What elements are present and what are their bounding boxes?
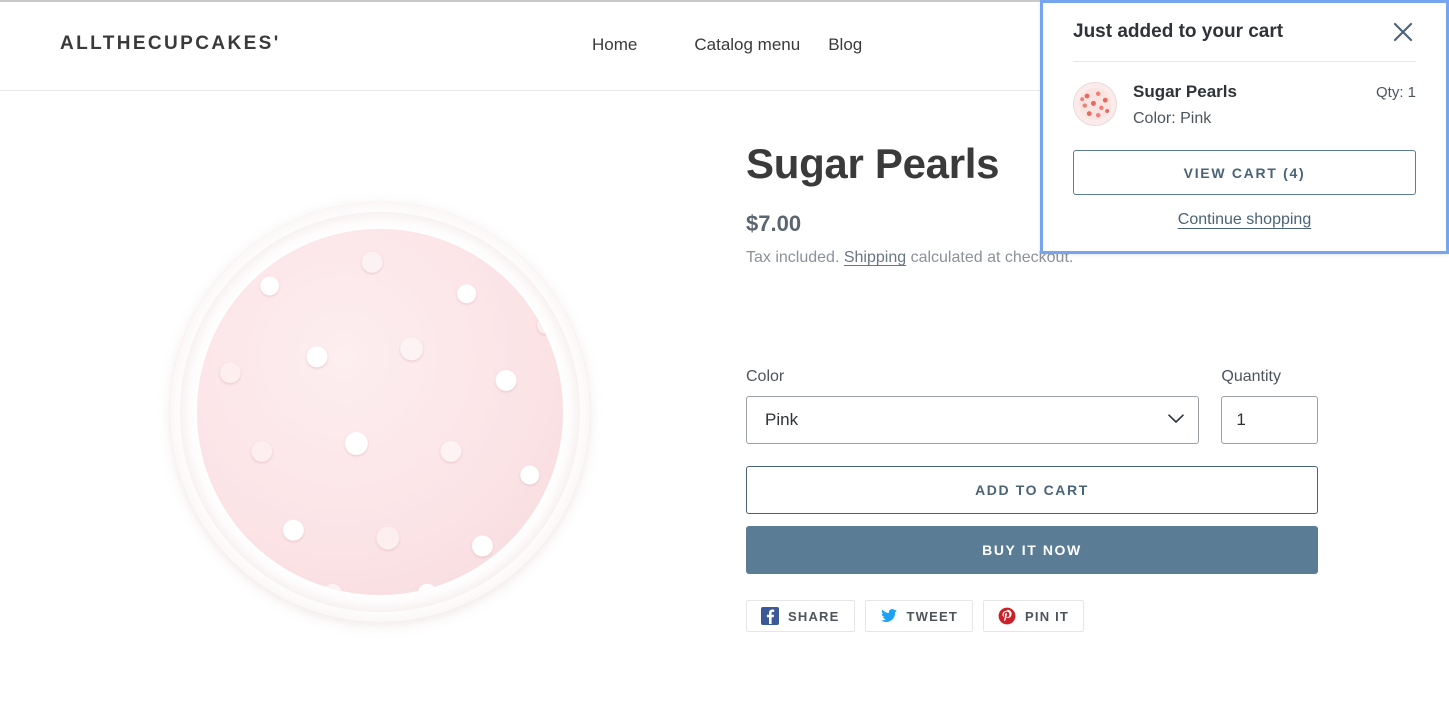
nav-link-blog[interactable]: Blog — [828, 35, 862, 55]
continue-shopping-link[interactable]: Continue shopping — [1178, 211, 1311, 229]
cart-item-title: Sugar Pearls — [1133, 82, 1237, 101]
cart-notification-popup: Just added to your cart Sugar Pearls Col… — [1040, 0, 1449, 255]
pinterest-icon — [998, 607, 1016, 625]
share-twitter-label: TWEET — [906, 608, 959, 624]
add-to-cart-button[interactable]: ADD TO CART — [746, 466, 1318, 514]
share-pinterest-label: PIN IT — [1025, 608, 1070, 624]
product-options-row: Color Pink Quantity — [746, 368, 1318, 444]
close-icon — [1392, 22, 1414, 46]
tax-note-prefix: Tax included. — [746, 249, 844, 267]
social-share-row: SHARE TWEET PIN IT — [746, 600, 1085, 632]
quantity-label: Quantity — [1221, 368, 1281, 385]
quantity-input[interactable] — [1221, 396, 1318, 444]
share-facebook-button[interactable]: SHARE — [746, 600, 855, 632]
nav-link-catalog-menu[interactable]: Catalog menu — [694, 35, 800, 55]
close-cart-popup-button[interactable] — [1390, 19, 1416, 45]
color-label: Color — [746, 368, 785, 385]
main-navigation: Home Catalog menu Blog — [592, 35, 862, 55]
color-select-wrapper[interactable]: Pink — [746, 396, 1200, 444]
cart-popup-title: Just added to your cart — [1073, 21, 1284, 42]
product-gallery[interactable] — [60, 152, 700, 672]
color-select[interactable]: Pink — [746, 396, 1200, 444]
site-logo[interactable]: ALLTHECUPCAKES' — [60, 33, 281, 55]
cart-item-thumbnail-contents — [1079, 88, 1111, 120]
buy-it-now-button[interactable]: BUY IT NOW — [746, 526, 1318, 574]
shipping-policy-link[interactable]: Shipping — [844, 249, 906, 266]
product-image-sugar-pearls-jar[interactable] — [170, 202, 590, 622]
view-cart-button[interactable]: VIEW CART (4) — [1073, 150, 1416, 196]
cart-popup-body: Just added to your cart Sugar Pearls Col… — [1043, 3, 1446, 251]
quantity-field: Quantity — [1221, 368, 1318, 444]
cart-item-variant: Color: Pink — [1133, 110, 1212, 128]
product-form: Color Pink Quantity ADD TO CART BUY IT N… — [746, 368, 1318, 574]
share-facebook-label: SHARE — [788, 608, 840, 624]
cart-line-item: Sugar Pearls Color: Pink Qty: 1 — [1073, 62, 1416, 128]
nav-link-home[interactable]: Home — [592, 35, 637, 55]
cart-popup-header: Just added to your cart — [1073, 19, 1416, 62]
share-pinterest-button[interactable]: PIN IT — [983, 600, 1085, 632]
product-image-pearls — [197, 229, 563, 595]
cart-item-quantity: Qty: 1 — [1375, 84, 1416, 101]
color-field: Color Pink — [746, 368, 1200, 444]
share-twitter-button[interactable]: TWEET — [864, 600, 974, 632]
cart-item-thumbnail — [1073, 82, 1117, 126]
twitter-icon — [880, 607, 898, 625]
cart-item-details: Sugar Pearls Color: Pink — [1133, 82, 1360, 128]
facebook-icon — [761, 607, 779, 625]
